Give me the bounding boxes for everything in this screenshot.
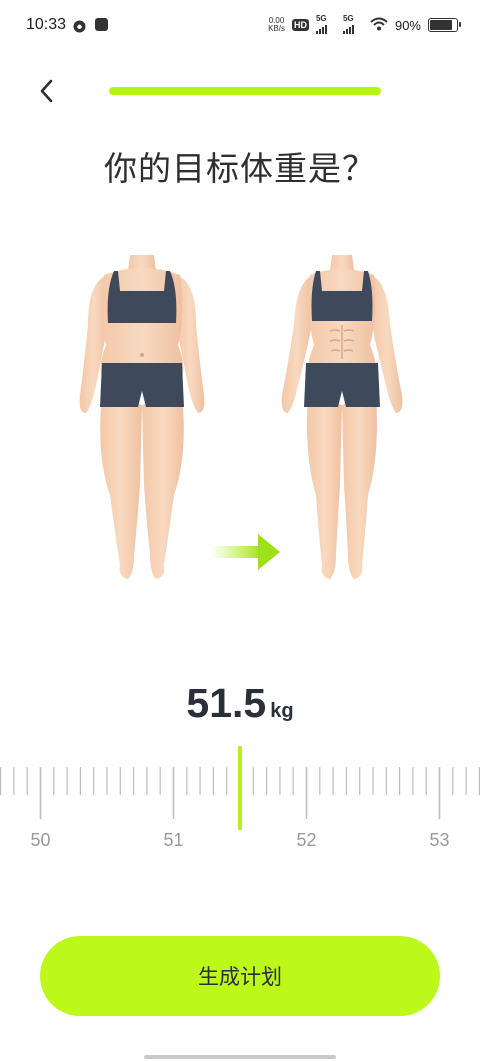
ruler-tick-label: 51 xyxy=(163,830,183,850)
location-icon xyxy=(73,18,86,33)
chevron-left-icon xyxy=(40,79,53,103)
battery-percent: 90% xyxy=(394,17,421,33)
target-weight-value: 51.5 xyxy=(186,680,267,726)
network-speed-unit: KB/s xyxy=(268,24,285,33)
generate-plan-button[interactable]: 生成计划 xyxy=(40,936,440,1016)
body-after-illustration xyxy=(281,255,403,579)
sim2-label: 5G xyxy=(342,14,354,23)
onboarding-progress-bar xyxy=(109,87,381,95)
ruler-tick-label: 53 xyxy=(429,830,449,850)
arrow-right-icon xyxy=(210,534,280,570)
weight-ruler-slider[interactable]: 50 51 52 53 xyxy=(0,740,480,870)
target-weight-unit: kg xyxy=(270,700,294,722)
status-indicators: 0.00 KB/s HD 5G 5G 90% xyxy=(268,14,461,34)
status-time: 10:33 xyxy=(26,16,67,33)
progress-fill xyxy=(109,87,381,95)
back-button[interactable] xyxy=(32,74,62,108)
ruler-selection-indicator[interactable] xyxy=(238,746,242,830)
ruler-tick-label: 52 xyxy=(296,830,316,850)
sim1-label: 5G xyxy=(315,14,327,23)
page-title: 你的目标体重是？ xyxy=(104,149,376,188)
status-bar: 10:33 0.00 KB/s HD 5G 5G 90% xyxy=(0,0,480,52)
battery-icon xyxy=(428,18,461,32)
signal-sim1-icon: 5G xyxy=(315,14,336,34)
wifi-icon xyxy=(370,17,388,34)
home-indicator xyxy=(144,1055,336,1059)
signal-sim2-icon: 5G xyxy=(342,14,363,34)
target-weight-display: 51.5 kg xyxy=(0,680,480,727)
network-speed: 0.00 KB/s xyxy=(268,17,285,33)
ruler-tick-label: 50 xyxy=(30,830,50,850)
body-before-illustration xyxy=(79,255,205,579)
hd-voice-icon: HD xyxy=(291,19,309,31)
app-notification-icon xyxy=(95,18,108,31)
